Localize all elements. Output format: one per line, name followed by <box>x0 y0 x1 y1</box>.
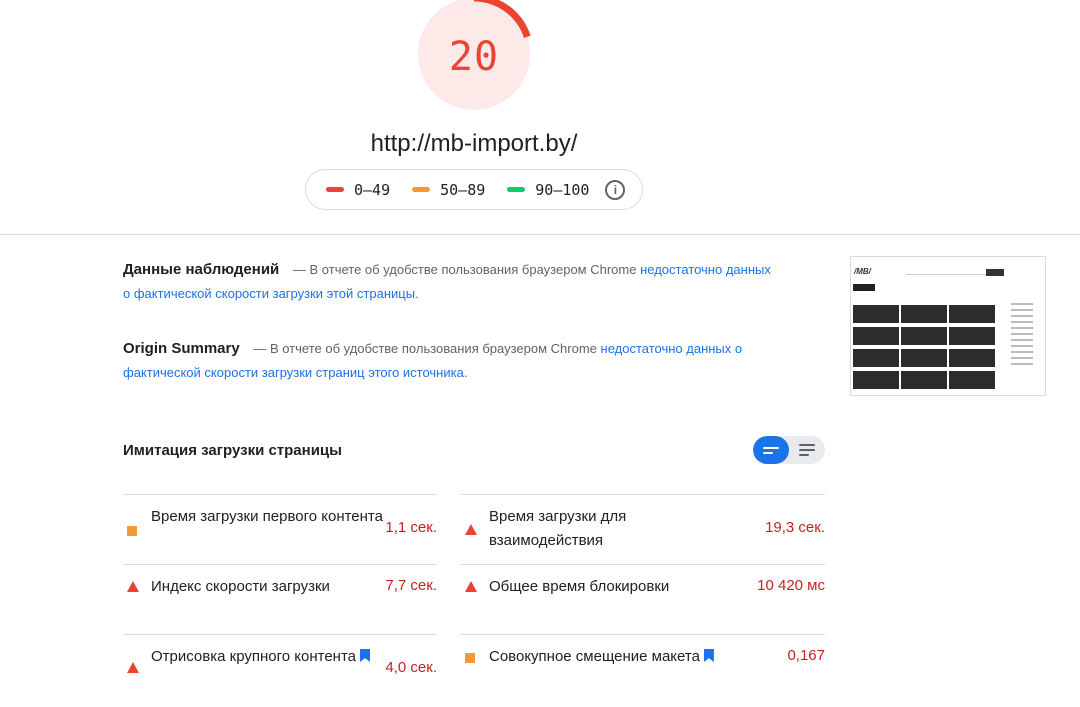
origin-summary-title: Origin Summary <box>123 340 240 357</box>
fail-triangle-icon <box>127 581 139 592</box>
metric-first-contentful-paint: Время загрузки первого контента 1,1 сек. <box>123 494 437 564</box>
thumb-cell <box>853 349 899 367</box>
thumb-cell <box>901 349 947 367</box>
metric-cumulative-layout-shift: Совокупное смещение макета 0,167 <box>461 634 825 704</box>
metrics-column-left: Время загрузки первого контента 1,1 сек.… <box>123 494 437 704</box>
field-data-section: Данные наблюдений — В отчете об удобстве… <box>123 258 773 306</box>
metric-largest-contentful-paint: Отрисовка крупного контента 4,0 сек. <box>123 634 437 704</box>
legend-fail-swatch <box>326 187 344 192</box>
field-data-title: Данные наблюдений <box>123 261 280 278</box>
page-url: http://mb-import.by/ <box>370 130 578 157</box>
thumb-search-line <box>906 270 986 275</box>
metric-name: Индекс скорости загрузки <box>151 578 330 595</box>
metric-value: 10 420 мс <box>757 577 825 594</box>
legend-pass-label: 90–100 <box>535 180 590 199</box>
bookmark-icon[interactable] <box>703 649 714 662</box>
thumb-header <box>851 257 1045 279</box>
metric-value: 19,3 сек. <box>765 519 825 536</box>
thumb-cell <box>949 327 995 345</box>
metric-time-to-interactive: Время загрузки для взаимодействия 19,3 с… <box>461 494 825 564</box>
average-square-icon <box>465 653 475 663</box>
thumb-cell <box>853 371 899 389</box>
thumb-cell <box>901 305 947 323</box>
thumb-cell <box>853 327 899 345</box>
field-data-text: — В отчете об удобстве пользования брауз… <box>292 262 637 277</box>
metric-value: 4,0 сек. <box>385 659 437 676</box>
thumb-cell <box>949 371 995 389</box>
metric-speed-index: Индекс скорости загрузки 7,7 сек. <box>123 564 437 634</box>
expanded-view-icon[interactable] <box>789 436 825 464</box>
performance-score: 20 <box>448 34 500 80</box>
score-legend: 0–49 50–89 90–100 i <box>305 169 643 210</box>
simulated-load-title: Имитация загрузки страницы <box>123 442 342 459</box>
thumb-cell <box>853 305 899 323</box>
metrics-view-toggle[interactable] <box>753 436 825 464</box>
thumb-search-button <box>986 269 1004 276</box>
metric-name: Время загрузки первого контента <box>151 508 383 525</box>
metric-name: Отрисовка крупного контента <box>151 645 371 669</box>
section-divider <box>0 234 1080 235</box>
metrics-column-right: Время загрузки для взаимодействия 19,3 с… <box>461 494 825 704</box>
metric-name: Совокупное смещение макета <box>489 645 714 669</box>
origin-summary-period: . <box>463 365 468 380</box>
thumb-logo: /MB/ <box>854 267 871 276</box>
metric-value: 0,167 <box>787 647 825 664</box>
thumb-cell <box>949 349 995 367</box>
legend-pass-swatch <box>507 187 526 192</box>
fail-triangle-icon <box>127 662 139 673</box>
metric-name: Время загрузки для взаимодействия <box>489 508 627 549</box>
thumb-cell <box>949 305 995 323</box>
legend-item-fail: 0–49 <box>326 181 390 199</box>
field-data-period: . <box>415 286 419 301</box>
legend-average-label: 50–89 <box>440 180 486 199</box>
metric-total-blocking-time: Общее время блокировки 10 420 мс <box>461 564 825 634</box>
thumb-cell <box>901 327 947 345</box>
legend-item-pass: 90–100 <box>507 181 589 199</box>
thumb-sidebar <box>1001 299 1045 368</box>
info-icon[interactable]: i <box>605 179 626 200</box>
legend-item-average: 50–89 <box>412 181 485 199</box>
fail-triangle-icon <box>465 524 477 535</box>
average-square-icon <box>127 526 137 536</box>
fail-triangle-icon <box>465 581 477 592</box>
metric-value: 1,1 сек. <box>385 519 437 536</box>
thumb-cell <box>901 371 947 389</box>
legend-fail-label: 0–49 <box>354 180 391 199</box>
compact-view-icon[interactable] <box>753 436 789 464</box>
metric-value: 7,7 сек. <box>385 577 437 594</box>
metric-name: Общее время блокировки <box>489 578 670 595</box>
bookmark-icon[interactable] <box>360 649 371 662</box>
thumb-nav-button <box>853 284 875 291</box>
origin-summary-section: Origin Summary — В отчете об удобстве по… <box>123 337 773 385</box>
page-screenshot-thumbnail: /MB/ <box>850 256 1046 396</box>
origin-summary-text: — В отчете об удобстве пользования брауз… <box>253 341 597 356</box>
legend-average-swatch <box>412 187 431 192</box>
